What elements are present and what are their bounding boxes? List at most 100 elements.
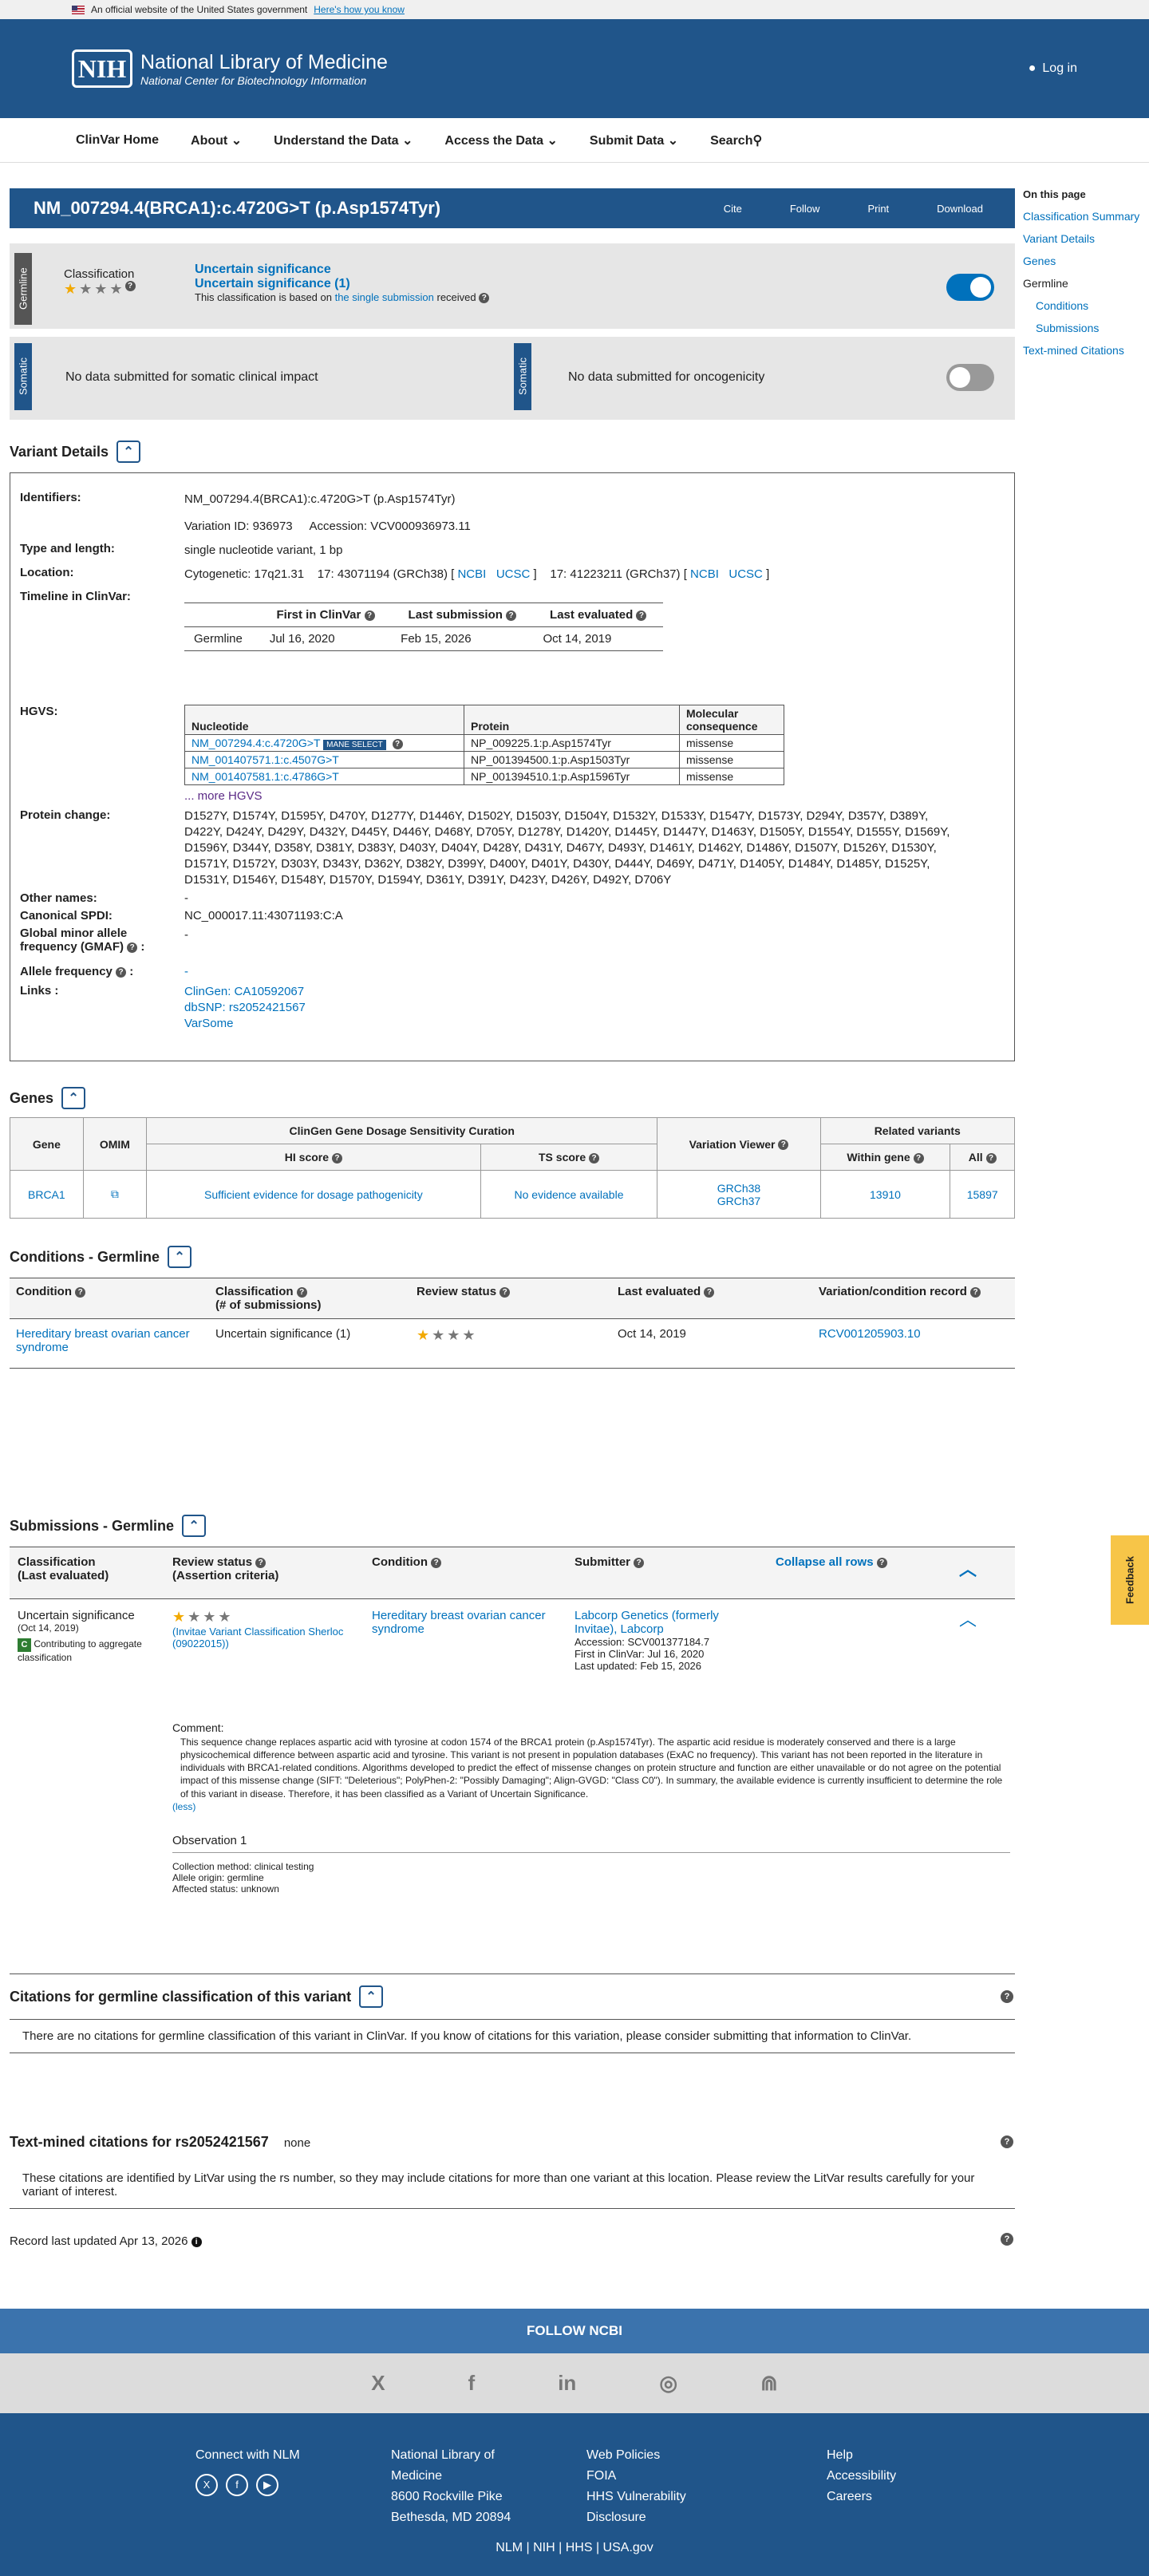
within-gene-link[interactable]: 13910 bbox=[870, 1188, 901, 1201]
help-icon[interactable]: ? bbox=[127, 942, 138, 953]
how-you-know-link[interactable]: Here's how you know bbox=[314, 4, 405, 15]
hgvs-link[interactable]: NM_001407571.1:c.4507G>T bbox=[192, 753, 339, 766]
facebook-icon[interactable]: f bbox=[468, 2371, 476, 2396]
help-link[interactable]: Help bbox=[827, 2445, 896, 2466]
help-icon[interactable]: ? bbox=[589, 1152, 600, 1164]
help-icon[interactable]: ? bbox=[331, 1152, 342, 1164]
collapse-caret-icon[interactable]: ⌃ bbox=[168, 1246, 192, 1268]
help-icon[interactable]: ? bbox=[985, 1152, 997, 1164]
ncbi-link-37[interactable]: NCBI bbox=[690, 567, 719, 581]
ucsc-link-37[interactable]: UCSC bbox=[728, 567, 763, 581]
login-button[interactable]: ● Log in bbox=[1029, 61, 1077, 76]
cite-button[interactable]: Cite bbox=[724, 203, 742, 215]
x-icon[interactable]: X bbox=[371, 2371, 385, 2396]
germline-toggle[interactable] bbox=[946, 274, 994, 301]
nav-submit[interactable]: Submit Data ⌄ bbox=[590, 132, 678, 148]
careers-link[interactable]: Careers bbox=[827, 2487, 896, 2507]
help-icon[interactable]: ? bbox=[876, 1557, 887, 1568]
collapse-caret-icon[interactable]: ⌃ bbox=[116, 441, 141, 463]
nav-understand[interactable]: Understand the Data ⌄ bbox=[274, 132, 413, 148]
dbsnp-link[interactable]: dbSNP: rs2052421567 bbox=[184, 1000, 306, 1016]
otp-submissions[interactable]: Submissions bbox=[1023, 322, 1149, 334]
help-icon[interactable]: ? bbox=[124, 281, 136, 291]
help-icon[interactable]: ? bbox=[1001, 1990, 1013, 2003]
collapse-caret-icon[interactable]: ⌃ bbox=[359, 1985, 384, 2008]
grch38-link[interactable]: GRCh38 bbox=[664, 1182, 813, 1195]
otp-conditions[interactable]: Conditions bbox=[1023, 299, 1149, 312]
github-icon[interactable]: ◎ bbox=[659, 2371, 677, 2396]
help-icon[interactable]: ? bbox=[913, 1152, 924, 1164]
help-icon[interactable]: ? bbox=[364, 610, 375, 621]
hgvs-link[interactable]: NM_001407581.1:c.4786G>T bbox=[192, 770, 339, 783]
download-button[interactable]: Download bbox=[937, 203, 983, 215]
condition-link[interactable]: Hereditary breast ovarian cancer syndrom… bbox=[16, 1327, 190, 1354]
gene-link[interactable]: BRCA1 bbox=[28, 1188, 65, 1201]
nav-access[interactable]: Access the Data ⌄ bbox=[444, 132, 557, 148]
all-variants-link[interactable]: 15897 bbox=[967, 1188, 998, 1201]
help-icon[interactable]: ? bbox=[479, 293, 490, 304]
help-icon[interactable]: ? bbox=[499, 1286, 511, 1298]
help-icon[interactable]: ? bbox=[1001, 2135, 1013, 2148]
collapse-caret-icon[interactable]: ⌃ bbox=[182, 1515, 207, 1537]
otp-genes[interactable]: Genes bbox=[1023, 255, 1149, 267]
nav-search[interactable]: Search⚲ bbox=[710, 132, 762, 148]
feedback-button[interactable]: Feedback bbox=[1111, 1535, 1149, 1625]
help-icon[interactable]: ? bbox=[255, 1557, 267, 1568]
hhs-vulnerability-link[interactable]: HHS Vulnerability bbox=[586, 2487, 686, 2507]
facebook-icon[interactable]: f bbox=[226, 2474, 248, 2496]
submitter-link[interactable]: Labcorp Genetics (formerly Invitae), Lab… bbox=[574, 1609, 750, 1636]
ts-score-link[interactable]: No evidence available bbox=[515, 1188, 624, 1201]
help-icon[interactable]: ? bbox=[431, 1557, 442, 1568]
help-icon[interactable]: ? bbox=[392, 738, 403, 749]
nlm-logo[interactable]: NIH National Library of Medicine National … bbox=[72, 49, 388, 88]
more-hgvs-link[interactable]: ... more HGVS bbox=[184, 789, 263, 803]
hgvs-link[interactable]: NM_007294.4:c.4720G>T bbox=[192, 737, 320, 749]
help-icon[interactable]: ? bbox=[778, 1140, 789, 1151]
collapse-row-icon[interactable]: ︿ bbox=[959, 1606, 977, 1631]
accessibility-link[interactable]: Accessibility bbox=[827, 2466, 896, 2487]
linkedin-icon[interactable]: in bbox=[558, 2371, 576, 2396]
external-link-icon[interactable]: ⧉ bbox=[111, 1187, 119, 1200]
otp-variant-details[interactable]: Variant Details bbox=[1023, 232, 1149, 245]
submission-condition-link[interactable]: Hereditary breast ovarian cancer syndrom… bbox=[372, 1609, 547, 1636]
help-icon[interactable]: ? bbox=[970, 1286, 981, 1298]
help-icon[interactable]: ? bbox=[636, 610, 647, 621]
collapse-caret-icon[interactable]: ⌃ bbox=[61, 1087, 86, 1109]
otp-classification-summary[interactable]: Classification Summary bbox=[1023, 210, 1149, 223]
x-icon[interactable]: X bbox=[195, 2474, 218, 2496]
help-icon[interactable]: ? bbox=[634, 1557, 645, 1568]
rss-icon[interactable]: ⋒ bbox=[760, 2371, 778, 2396]
variant-title-bar: NM_007294.4(BRCA1):c.4720G>T (p.Asp1574T… bbox=[10, 188, 1015, 228]
somatic-toggle[interactable] bbox=[946, 364, 994, 391]
classification-count-link[interactable]: Uncertain significance (1) bbox=[195, 277, 489, 291]
youtube-icon[interactable]: ▶ bbox=[256, 2474, 278, 2496]
help-icon[interactable]: ? bbox=[116, 966, 127, 978]
web-policies-link[interactable]: Web Policies bbox=[586, 2445, 686, 2466]
nav-clinvar-home[interactable]: ClinVar Home bbox=[76, 133, 159, 148]
foia-link[interactable]: FOIA bbox=[586, 2466, 686, 2487]
collapse-all-rows-link[interactable]: Collapse all rows bbox=[776, 1555, 874, 1569]
classification-link[interactable]: Uncertain significance bbox=[195, 263, 489, 277]
nav-about[interactable]: About ⌄ bbox=[191, 132, 242, 148]
ncbi-link[interactable]: NCBI bbox=[457, 567, 486, 581]
help-icon[interactable]: ? bbox=[704, 1286, 715, 1298]
otp-text-mined[interactable]: Text-mined Citations bbox=[1023, 344, 1149, 357]
varsome-link[interactable]: VarSome bbox=[184, 1016, 306, 1032]
clingen-link[interactable]: ClinGen: CA10592067 bbox=[184, 984, 306, 1000]
help-icon[interactable]: ? bbox=[1001, 2233, 1013, 2246]
grch37-link[interactable]: GRCh37 bbox=[664, 1195, 813, 1207]
gov-links[interactable]: NLM | NIH | HHS | USA.gov bbox=[0, 2541, 1149, 2555]
assertion-criteria-link[interactable]: (Invitae Variant Classification Sherloc … bbox=[172, 1626, 348, 1650]
info-icon[interactable]: i bbox=[191, 2236, 202, 2247]
ucsc-link[interactable]: UCSC bbox=[496, 567, 531, 581]
print-button[interactable]: Print bbox=[867, 203, 889, 215]
hi-score-link[interactable]: Sufficient evidence for dosage pathogeni… bbox=[204, 1188, 423, 1201]
follow-button[interactable]: Follow bbox=[790, 203, 820, 215]
help-icon[interactable]: ? bbox=[75, 1286, 86, 1298]
rcv-link[interactable]: RCV001205903.10 bbox=[819, 1327, 921, 1341]
less-link[interactable]: (less) bbox=[172, 1800, 1010, 1813]
help-icon[interactable]: ? bbox=[296, 1286, 307, 1298]
single-submission-link[interactable]: the single submission bbox=[335, 291, 434, 303]
help-icon[interactable]: ? bbox=[506, 610, 517, 621]
collapse-all-icon[interactable]: ︿ bbox=[959, 1555, 977, 1581]
